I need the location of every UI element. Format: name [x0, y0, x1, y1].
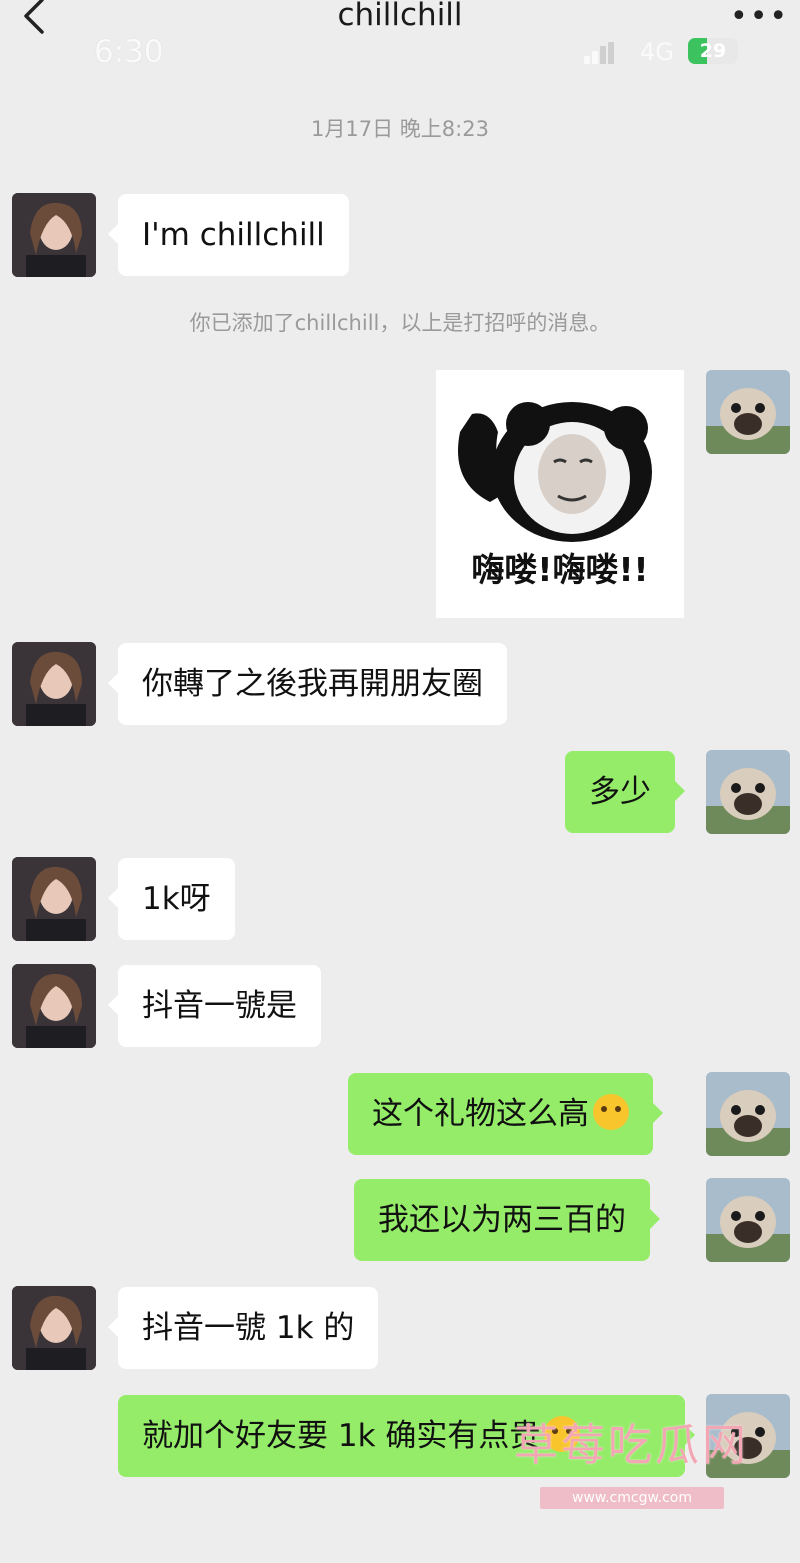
battery-icon: 29 — [688, 38, 738, 64]
contact-avatar[interactable] — [12, 193, 96, 277]
contact-avatar[interactable] — [12, 964, 96, 1048]
contact-avatar[interactable] — [12, 1286, 96, 1370]
chat-timestamp: 1月17日 晚上8:23 — [311, 117, 489, 141]
message-text: 抖音一號是 — [142, 988, 297, 1024]
message-bubble-outgoing[interactable]: 这个礼物这么高 — [348, 1073, 663, 1155]
status-time: 6:30 — [94, 34, 164, 70]
self-avatar[interactable] — [706, 1072, 790, 1156]
message-bubble-incoming[interactable]: 你轉了之後我再開朋友圈 — [108, 643, 507, 725]
message-text: 抖音一號 1k 的 — [142, 1310, 355, 1346]
message-bubble-incoming[interactable]: 抖音一號 1k 的 — [107, 1287, 379, 1369]
message-text: I'm chillchill — [142, 217, 325, 253]
sticker-caption: 嗨喽!嗨喽!! — [471, 550, 649, 589]
sticker-message[interactable]: 嗨喽!嗨喽!! — [436, 370, 684, 618]
system-notice: 你已添加了chillchill，以上是打招呼的消息。 — [189, 311, 611, 335]
message-text: 我还以为两三百的 — [378, 1202, 626, 1238]
watermark-url: www.cmcgw.com — [540, 1487, 724, 1509]
network-type: 4G — [640, 38, 674, 66]
message-bubble-incoming[interactable]: 1k呀 — [108, 858, 235, 940]
message-text: 1k呀 — [142, 881, 211, 917]
battery-level: 29 — [699, 40, 727, 62]
more-options-icon[interactable]: ••• — [730, 2, 789, 32]
panda-sticker-image — [458, 402, 652, 542]
self-avatar[interactable] — [706, 750, 790, 834]
message-text: 就加个好友要 1k 确实有点贵 — [142, 1418, 541, 1454]
message-text: 多少 — [589, 774, 651, 810]
contact-avatar[interactable] — [12, 642, 96, 726]
message-bubble-incoming[interactable]: 抖音一號是 — [108, 965, 321, 1047]
signal-bars-icon — [584, 42, 614, 64]
message-bubble-outgoing[interactable]: 多少 — [565, 751, 685, 833]
contact-avatar[interactable] — [12, 857, 96, 941]
message-text: 你轉了之後我再開朋友圈 — [142, 666, 483, 702]
message-bubble-outgoing[interactable]: 我还以为两三百的 — [354, 1179, 660, 1261]
self-avatar[interactable] — [706, 370, 790, 454]
laughing-crying-emoji-icon — [593, 1094, 629, 1130]
self-avatar[interactable] — [706, 1178, 790, 1262]
message-text: 这个礼物这么高 — [372, 1096, 589, 1132]
message-bubble-incoming[interactable]: I'm chillchill — [108, 194, 349, 276]
watermark-logo: 草莓吃瓜网 — [514, 1420, 749, 1471]
